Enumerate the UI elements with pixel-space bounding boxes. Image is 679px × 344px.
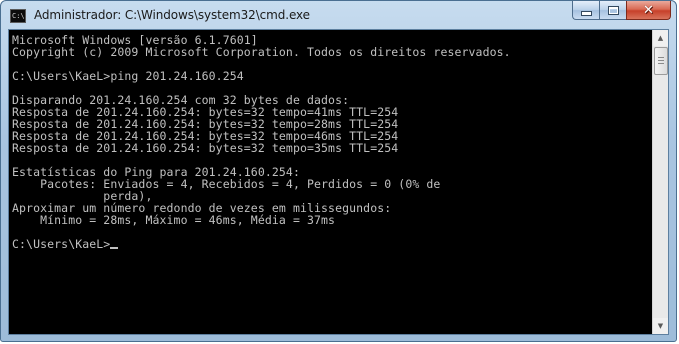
caption-buttons: ✕ (572, 1, 671, 21)
minimize-icon (580, 10, 592, 16)
scroll-thumb[interactable] (654, 47, 668, 75)
console-line: Copyright (c) 2009 Microsoft Corporation… (12, 45, 511, 59)
console-output[interactable]: Microsoft Windows [versão 6.1.7601] Copy… (12, 34, 652, 330)
close-button[interactable]: ✕ (626, 1, 671, 20)
console-line: Mínimo = 28ms, Máximo = 46ms, Média = 37… (12, 213, 336, 227)
grip-line (658, 60, 664, 61)
console-line: C:\Users\KaeL>ping 201.24.160.254 (12, 69, 244, 83)
title-bar[interactable]: C:\. Administrador: C:\Windows\system32\… (1, 1, 676, 29)
window-title: Administrador: C:\Windows\system32\cmd.e… (34, 8, 310, 22)
grip-line (658, 63, 664, 64)
maximize-icon (607, 5, 619, 15)
close-icon: ✕ (643, 2, 654, 18)
console-area[interactable]: Microsoft Windows [versão 6.1.7601] Copy… (8, 29, 669, 335)
arrow-up-icon: ▲ (657, 34, 664, 42)
maximize-button[interactable] (599, 1, 626, 20)
scroll-down-button[interactable]: ▼ (653, 318, 668, 334)
console-line: Resposta de 201.24.160.254: bytes=32 tem… (12, 141, 399, 155)
minimize-button[interactable] (572, 1, 599, 20)
text-cursor (110, 247, 119, 249)
prompt-text: C:\Users\KaeL> (12, 237, 111, 251)
vertical-scrollbar[interactable]: ▲ ▼ (652, 30, 668, 334)
scroll-up-button[interactable]: ▲ (653, 30, 668, 46)
prompt-line[interactable]: C:\Users\KaeL> (12, 238, 652, 250)
grip-line (658, 57, 664, 58)
arrow-down-icon: ▼ (657, 322, 664, 330)
cmd-window: C:\. Administrador: C:\Windows\system32\… (0, 0, 677, 342)
cmd-console-icon[interactable]: C:\. (10, 9, 26, 23)
